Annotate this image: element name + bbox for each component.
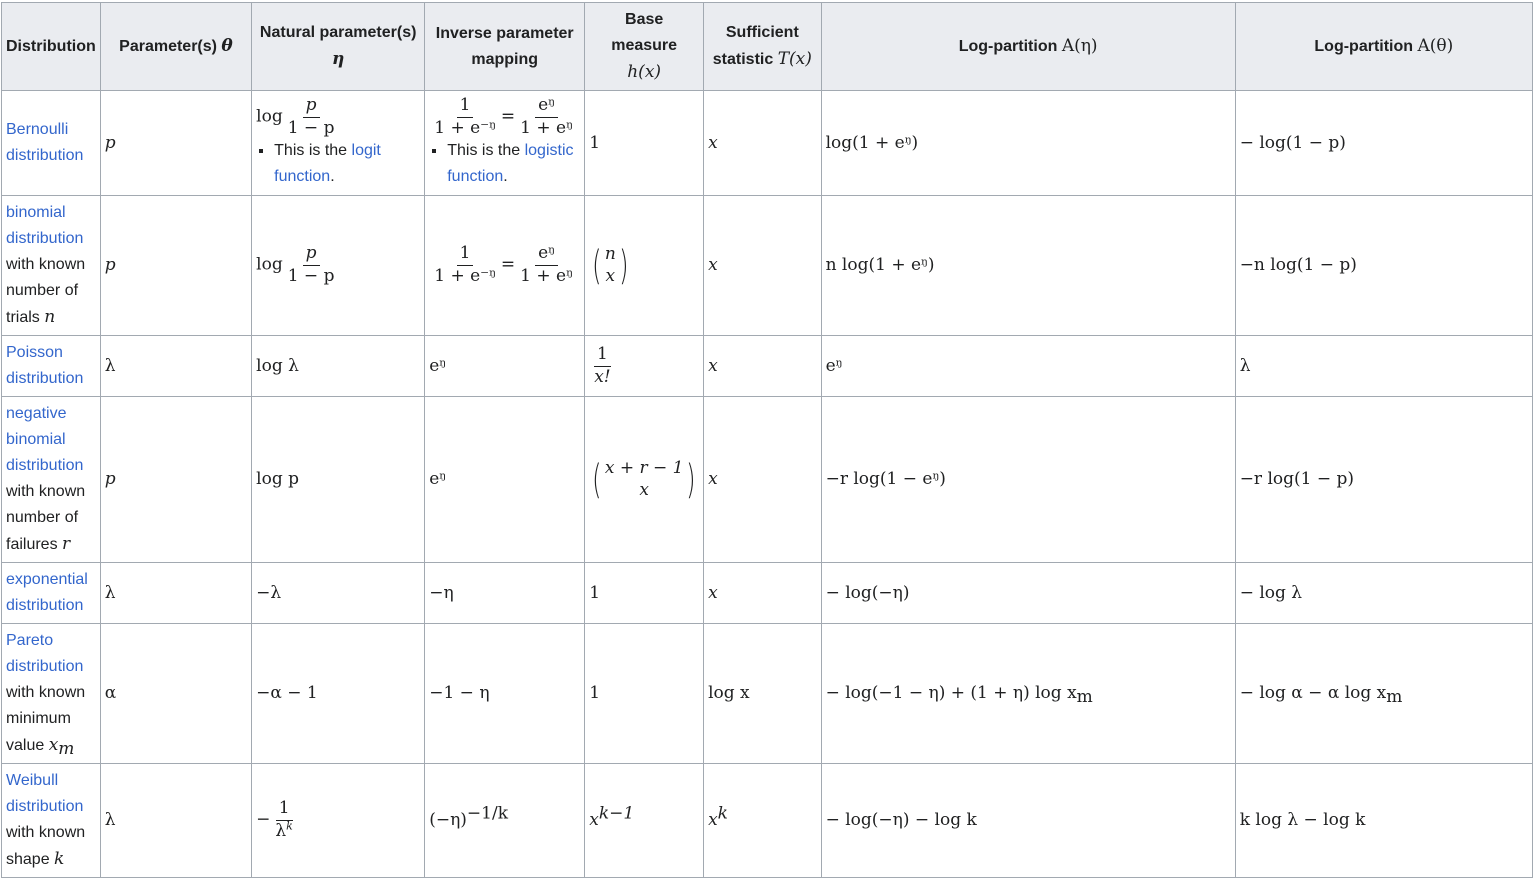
log-partition-theta-cell: − log α − α log xm xyxy=(1234,623,1533,764)
header-parameters: Parameter(s) θ xyxy=(99,2,253,91)
header-row: Distribution Parameter(s) θ Natural para… xyxy=(1,2,1533,91)
log-partition-eta-cell: eᵑ xyxy=(820,335,1236,397)
header-log-partition-eta: Log-partition A(η) xyxy=(820,2,1236,91)
parameter-cell: α xyxy=(99,623,253,764)
fraction: eᵑ 1 + eᵑ xyxy=(520,243,573,286)
log-partition-theta-cell: λ xyxy=(1234,335,1533,397)
parameter-cell: p xyxy=(99,195,253,336)
natural-parameter-cell: logp1 − p This is the logit function. xyxy=(251,90,426,196)
sufficient-statistic-cell: x xyxy=(703,562,822,624)
table-row-weibull: Weibull distribution with known shape k … xyxy=(1,763,1533,878)
log-partition-theta-cell: − log λ xyxy=(1234,562,1533,624)
exponential-distribution-link[interactable]: exponential distribution xyxy=(6,571,88,614)
parameter-cell: λ xyxy=(99,562,253,624)
distribution-cell: Weibull distribution with known shape k xyxy=(1,763,101,878)
table-row-exponential: exponential distribution λ −λ −η 1 x − l… xyxy=(1,562,1533,624)
base-measure-cell: (n x) xyxy=(584,195,705,336)
header-log-partition-theta: Log-partition A(θ) xyxy=(1234,2,1533,91)
base-measure-cell: 1 xyxy=(584,623,705,764)
parameter-cell: λ xyxy=(99,763,253,878)
negative-binomial-distribution-link[interactable]: negative binomial distribution xyxy=(6,405,83,474)
inverse-mapping-cell: 11 + e⁻ᵑ=eᵑ1 + eᵑ This is the logistic f… xyxy=(424,90,586,196)
natural-parameter-cell: log p xyxy=(251,396,426,563)
note-logit: This is the logit function. xyxy=(274,138,420,190)
header-sufficient-statistic: Sufficient statistic T(x) xyxy=(703,2,822,91)
table-row-poisson: Poisson distribution λ log λ eᵑ 1 x! x eᵑ… xyxy=(1,335,1533,397)
table-row-negative-binomial: negative binomial distribution with know… xyxy=(1,396,1533,563)
log-partition-theta-cell: − log(1 − p) xyxy=(1234,90,1533,196)
note-logistic: This is the logistic function. xyxy=(447,138,580,190)
fraction: 1 x! xyxy=(594,343,611,387)
sufficient-statistic-cell: x xyxy=(703,396,822,563)
inverse-mapping-cell: (−η)−1/k xyxy=(424,763,586,878)
distribution-cell: Pareto distribution with known minimum v… xyxy=(1,623,101,764)
log-partition-theta-cell: −n log(1 − p) xyxy=(1234,195,1533,336)
natural-parameter-cell: −1 λk xyxy=(251,763,426,878)
log-partition-eta-cell: − log(−η) − log k xyxy=(820,763,1236,878)
distribution-cell: Bernoulli distribution xyxy=(1,90,101,196)
sufficient-statistic-cell: x xyxy=(703,335,822,397)
log-partition-eta-cell: − log(−1 − η) + (1 + η) log xm xyxy=(820,623,1236,764)
pareto-distribution-link[interactable]: Pareto distribution xyxy=(6,632,83,675)
parameter-cell: p xyxy=(99,396,253,563)
parameter-cell: p xyxy=(99,90,253,196)
poisson-distribution-link[interactable]: Poisson distribution xyxy=(6,344,83,387)
fraction: p1 − p xyxy=(287,94,335,138)
table-row-pareto: Pareto distribution with known minimum v… xyxy=(1,623,1533,764)
fraction: 1 λk xyxy=(275,798,293,841)
natural-parameter-cell: log λ xyxy=(251,335,426,397)
sufficient-statistic-cell: xk xyxy=(703,763,822,878)
sufficient-statistic-cell: x xyxy=(703,195,822,336)
inverse-mapping-cell: eᵑ xyxy=(424,335,586,397)
header-inverse-mapping: Inverse parameter mapping xyxy=(424,2,586,91)
inverse-mapping-cell: −1 − η xyxy=(424,623,586,764)
inverse-mapping-cell: eᵑ xyxy=(424,396,586,563)
fraction: p1 − p xyxy=(287,243,335,286)
distribution-cell: Poisson distribution xyxy=(1,335,101,397)
bernoulli-distribution-link[interactable]: Bernoulli distribution xyxy=(6,121,83,164)
log-partition-eta-cell: −r log(1 − eᵑ) xyxy=(820,396,1236,563)
header-distribution: Distribution xyxy=(1,2,101,91)
natural-parameter-cell: −λ xyxy=(251,562,426,624)
log-partition-eta-cell: log(1 + eᵑ) xyxy=(820,90,1236,196)
base-measure-cell: 1 x! xyxy=(584,335,705,397)
weibull-distribution-link[interactable]: Weibull distribution xyxy=(6,772,83,815)
distribution-cell: exponential distribution xyxy=(1,562,101,624)
base-measure-cell: xk−1 xyxy=(584,763,705,878)
log-partition-theta-cell: −r log(1 − p) xyxy=(1234,396,1533,563)
fraction: 11 + e⁻ᵑ xyxy=(434,243,496,286)
inverse-mapping-cell: 11 + e⁻ᵑ = eᵑ 1 + eᵑ xyxy=(424,195,586,336)
log-partition-theta-cell: k log λ − log k xyxy=(1234,763,1533,878)
binomial-coefficient: (x + r − 1 x) xyxy=(592,456,696,503)
base-measure-cell: 1 xyxy=(584,562,705,624)
natural-parameter-cell: log p 1 − p xyxy=(251,195,426,336)
inverse-mapping-cell: −η xyxy=(424,562,586,624)
fraction: 11 + e⁻ᵑ xyxy=(434,94,496,138)
sufficient-statistic-cell: x xyxy=(703,90,822,196)
header-base-measure: Base measure h(x) xyxy=(584,2,705,91)
sufficient-statistic-cell: log x xyxy=(703,623,822,764)
base-measure-cell: 1 xyxy=(584,90,705,196)
header-natural-parameters: Natural parameter(s) η xyxy=(251,2,426,91)
base-measure-cell: (x + r − 1 x) xyxy=(584,396,705,563)
distribution-cell: binomial distribution with known number … xyxy=(1,195,101,336)
binomial-distribution-link[interactable]: binomial distribution xyxy=(6,204,83,247)
table-row-binomial: binomial distribution with known number … xyxy=(1,195,1533,336)
table-row-bernoulli: Bernoulli distribution p logp1 − p This … xyxy=(1,90,1533,196)
binomial-coefficient: (n x) xyxy=(592,242,629,289)
fraction: eᵑ 1 + eᵑ xyxy=(520,94,573,138)
parameter-cell: λ xyxy=(99,335,253,397)
distribution-cell: negative binomial distribution with know… xyxy=(1,396,101,563)
log-partition-eta-cell: − log(−η) xyxy=(820,562,1236,624)
natural-parameter-cell: −α − 1 xyxy=(251,623,426,764)
exponential-family-table: Distribution Parameter(s) θ Natural para… xyxy=(1,2,1533,878)
log-partition-eta-cell: n log(1 + eᵑ) xyxy=(820,195,1236,336)
